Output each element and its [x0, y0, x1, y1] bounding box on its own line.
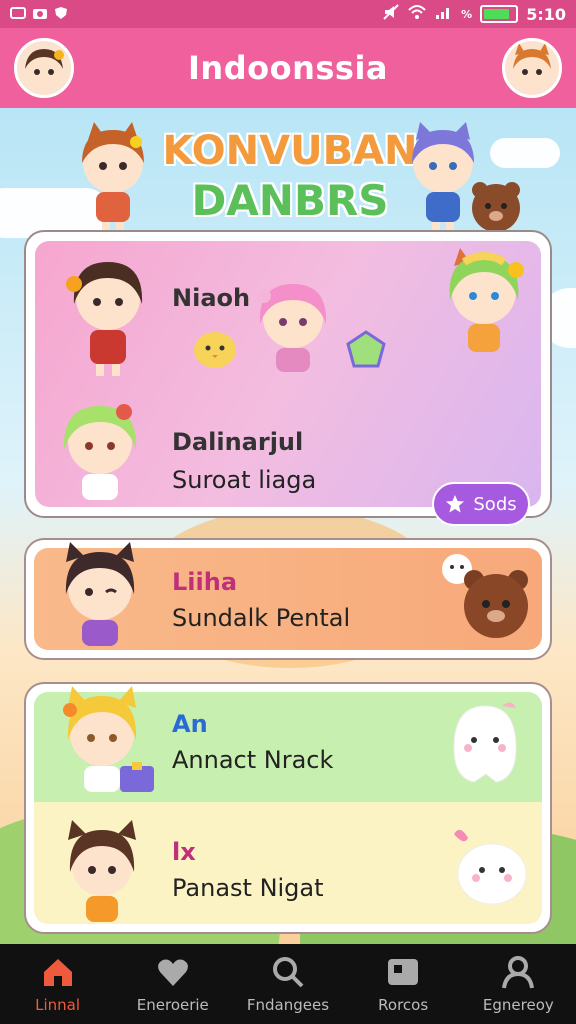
nav-label: Fndangees: [246, 996, 330, 1014]
brown-bear-icon: [464, 570, 528, 638]
status-left-icons: [10, 5, 68, 24]
nav-label: Linnal: [35, 996, 81, 1014]
brown-hair-girl-icon: [66, 262, 143, 376]
bear-icon: [472, 182, 520, 232]
battery-icon: [480, 5, 519, 23]
status-bar: % 5:10: [0, 0, 576, 28]
green-hair-girl-icon: [63, 404, 137, 500]
rainbow-hair-girl-icon: [449, 248, 524, 352]
camera-icon: [32, 5, 48, 24]
banner-title-line2: DANBRS: [191, 176, 389, 225]
crystal-gem-icon: [346, 330, 386, 368]
sods-badge-button[interactable]: Sods: [432, 482, 530, 526]
message-icon: [10, 5, 26, 24]
mute-icon: [383, 4, 399, 24]
gallery-icon: [388, 959, 419, 985]
toy-box-icon: [120, 762, 154, 792]
heart-icon: [157, 959, 188, 986]
nav-item-profile[interactable]: Egnereoy: [461, 954, 576, 1014]
nav-label: Eneroerie: [136, 996, 209, 1014]
clock: 5:10: [526, 4, 566, 24]
wifi-icon: [407, 4, 427, 24]
pink-hair-girl-icon: [257, 284, 327, 372]
character-name-1: Niaoh: [172, 284, 251, 312]
nav-item-search[interactable]: Fndangees: [230, 954, 345, 1014]
nav-item-gallery[interactable]: Rorcos: [346, 954, 461, 1014]
shield-icon: [54, 5, 68, 24]
list-item-subtitle: Sundalk Pental: [172, 604, 351, 632]
character-name-2: Dalinarjul: [172, 428, 304, 456]
character-subtitle-1: Suroat liaga: [172, 466, 317, 494]
yellow-chick-icon: [194, 332, 236, 368]
list-item-name: lx: [172, 838, 196, 866]
white-ghost-pet-icon: [453, 702, 517, 783]
nav-label: Egnereoy: [482, 996, 554, 1014]
status-right: % 5:10: [383, 4, 566, 24]
cat-girl-brown-icon: [68, 820, 136, 922]
header-avatar-left[interactable]: [14, 38, 74, 98]
battery-fill: [484, 9, 510, 19]
list-item-name: Liiha: [172, 568, 238, 596]
fox-girl-mascot-icon: [82, 122, 144, 232]
main-scene: KONVUBAN DANBRS Niaoh Sods Dalinarjul Su…: [0, 108, 576, 944]
profile-icon: [502, 956, 535, 989]
white-bunny-pet-icon: [454, 829, 527, 905]
signal-text: %: [461, 7, 473, 21]
list-item-subtitle: Panast Nigat: [172, 874, 324, 902]
header-avatar-right[interactable]: [502, 38, 562, 98]
star-icon: [446, 495, 465, 513]
search-icon: [272, 957, 304, 988]
page-title: Indoonssia: [188, 49, 388, 87]
avatar-fox-girl-icon: [513, 43, 551, 89]
list-item-subtitle: Annact Nrack: [172, 746, 334, 774]
banner-title-line1: KONVUBAN: [162, 128, 418, 174]
signal-icon: [435, 4, 453, 24]
title-banner: KONVUBAN DANBRS: [0, 108, 576, 233]
cat-girl-dark-icon: [65, 542, 135, 646]
nav-label: Rorcos: [378, 996, 429, 1014]
avatar-girl-brown-icon: [25, 49, 64, 89]
badge-label: Sods: [473, 493, 517, 515]
nav-item-home[interactable]: Linnal: [0, 954, 115, 1014]
bottom-navigation: Linnal Eneroerie Fndangees Rorcos Egnere…: [0, 944, 576, 1024]
list-item-name: An: [172, 710, 208, 738]
nav-item-favorites[interactable]: Eneroerie: [115, 954, 230, 1014]
app-header: Indoonssia: [0, 28, 576, 108]
home-icon: [43, 959, 72, 986]
